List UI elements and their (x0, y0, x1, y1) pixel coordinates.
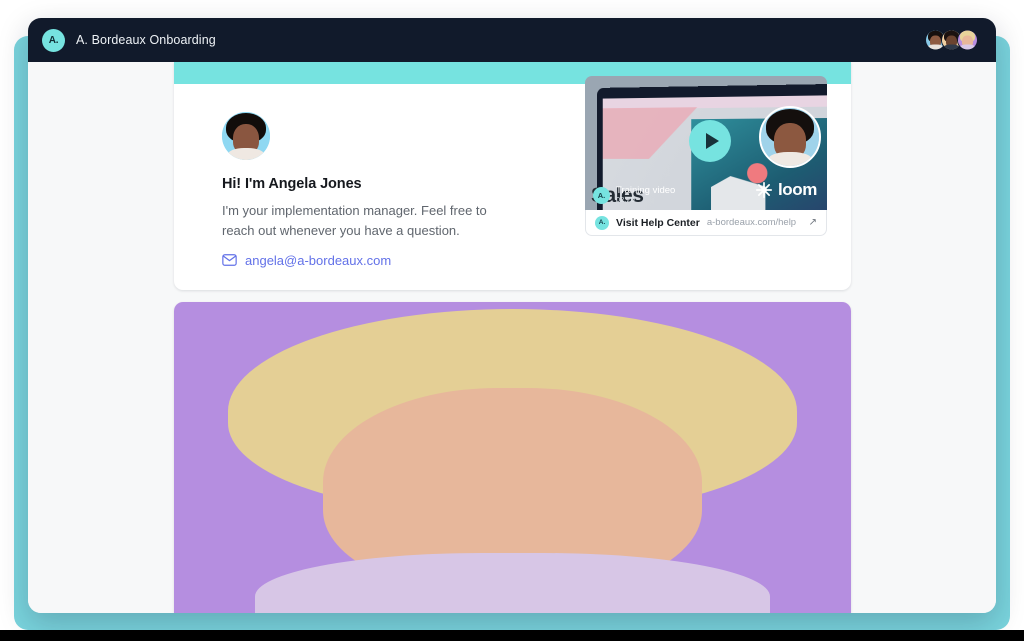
intro-body-text: I'm your implementation manager. Feel fr… (222, 203, 487, 238)
play-icon[interactable] (689, 120, 731, 162)
contact-email-text: angela@a-bordeaux.com (245, 252, 392, 268)
video-label-group: A. Training video 02:20 (593, 186, 675, 204)
loom-logo-icon (755, 181, 773, 199)
brand-logo-icon: A. (42, 28, 65, 52)
loom-brand-text: loom (777, 180, 817, 199)
envelope-icon (222, 254, 237, 266)
loom-brand-group: loom (755, 180, 817, 200)
app-title: A. Bordeaux Onboarding (76, 33, 216, 47)
phase-list: Phase 1: Admin Setup2/4Kickoff callSched… (174, 302, 851, 613)
topbar-avatar-group (916, 29, 978, 51)
welcome-card-body: Hi! I'm Angela Jones I'm your implementa… (174, 76, 851, 271)
intro-heading: Hi! I'm Angela Jones (222, 176, 362, 192)
bottom-edge-band (0, 630, 1024, 641)
page-content: Hi! I'm Angela Jones I'm your implementa… (28, 62, 996, 613)
task-row: Employee rollout emailTo Do (174, 302, 851, 613)
screenshot-stage: A. A. Bordeaux Onboarding Hi! I'm Angela… (0, 0, 1024, 641)
welcome-card: Hi! I'm Angela Jones I'm your implementa… (174, 62, 851, 290)
angela-jones-avatar (222, 112, 270, 160)
help-center-url: a-bordeaux.com/help (706, 217, 797, 228)
contact-email-link[interactable]: angela@a-bordeaux.com (222, 253, 391, 268)
app-topbar: A. A. Bordeaux Onboarding (28, 18, 996, 62)
training-video-column: Sales A. Training video 02:20 loom A. Vi… (585, 76, 827, 236)
phase-block: Phase 2: Company Rollout0/4Employee roll… (174, 302, 851, 613)
brand-group[interactable]: A. A. Bordeaux Onboarding (42, 28, 216, 52)
intro-column: Hi! I'm Angela Jones I'm your implementa… (222, 104, 552, 271)
assignee-avatar-rollout-email[interactable] (174, 302, 851, 613)
app-window: A. A. Bordeaux Onboarding Hi! I'm Angela… (28, 18, 996, 613)
help-brand-icon: A. (595, 215, 609, 230)
video-webcam-bubble (759, 106, 821, 168)
topbar-avatar-3[interactable] (957, 29, 978, 51)
task-actions: To Do (174, 302, 851, 613)
training-video-thumbnail[interactable]: Sales A. Training video 02:20 loom (585, 76, 827, 210)
external-link-icon: ↗ (808, 217, 817, 228)
phases-card: Phase 1: Admin Setup2/4Kickoff callSched… (174, 302, 851, 613)
help-center-title: Visit Help Center (616, 216, 700, 229)
visit-help-center-link[interactable]: A. Visit Help Center a-bordeaux.com/help… (585, 210, 827, 236)
video-duration: 02:20 (616, 195, 635, 205)
video-brand-icon: A. (593, 186, 610, 204)
